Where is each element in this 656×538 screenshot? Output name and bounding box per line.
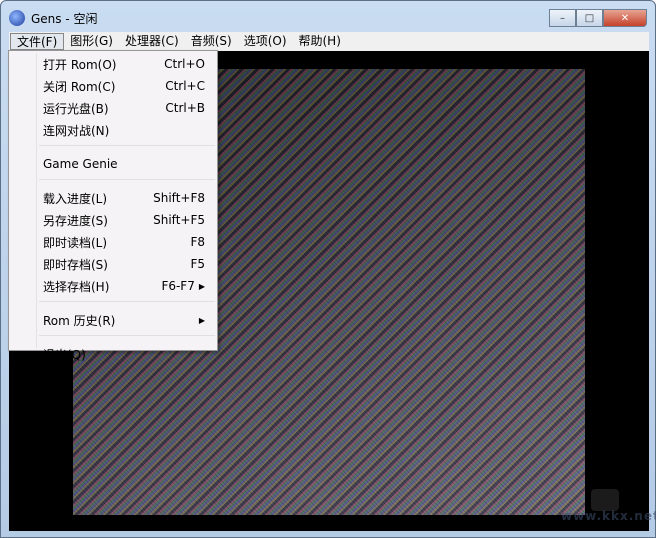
item-label: 选择存档(H): [43, 279, 110, 294]
menu-help[interactable]: 帮助(H): [293, 33, 347, 50]
item-shortcut: F5: [190, 257, 205, 271]
title-bar: Gens - 空闲: [9, 7, 98, 29]
menu-sound[interactable]: 音频(S): [185, 33, 238, 50]
menu-item-load-state[interactable]: 载入进度(L) Shift+F8: [9, 187, 217, 209]
menu-item-save-state-as[interactable]: 另存进度(S) Shift+F5: [9, 209, 217, 231]
menu-item-run-cd[interactable]: 运行光盘(B) Ctrl+B: [9, 97, 217, 119]
menu-options[interactable]: 选项(O): [238, 33, 293, 50]
menu-graphics[interactable]: 图形(G): [64, 33, 119, 50]
menu-cpu[interactable]: 处理器(C): [119, 33, 185, 50]
menu-item-open-rom[interactable]: 打开 Rom(O) Ctrl+O: [9, 53, 217, 75]
separator: [39, 335, 215, 343]
menu-item-close-rom[interactable]: 关闭 Rom(C) Ctrl+C: [9, 75, 217, 97]
item-shortcut: Shift+F5: [153, 213, 205, 227]
file-dropdown-menu: 打开 Rom(O) Ctrl+O 关闭 Rom(C) Ctrl+C 运行光盘(B) C…: [8, 50, 218, 362]
menu-bar: 文件(F) 图形(G) 处理器(C) 音频(S) 选项(O) 帮助(H): [9, 32, 649, 51]
item-label: 另存进度(S): [43, 213, 108, 228]
menu-item-quick-load[interactable]: 即时读档(L) F8: [9, 231, 217, 253]
item-shortcut: Shift+F8: [153, 191, 205, 205]
gens-app-icon: [9, 10, 25, 26]
item-shortcut: Ctrl+O: [164, 57, 205, 71]
item-label: 即时存档(S): [43, 257, 108, 272]
watermark-logo: [591, 489, 619, 511]
item-label: 即时读档(L): [43, 235, 108, 250]
maximize-button[interactable]: □: [576, 9, 603, 27]
minimize-button[interactable]: –: [549, 9, 576, 27]
menu-item-game-genie[interactable]: Game Genie: [9, 153, 217, 175]
menu-item-rom-history[interactable]: Rom 历史(R) ▶: [9, 309, 217, 331]
submenu-arrow-icon: ▶: [198, 315, 205, 325]
item-label: Game Genie: [43, 157, 118, 171]
item-shortcut: Ctrl+B: [165, 101, 205, 115]
menu-item-quick-save[interactable]: 即时存档(S) F5: [9, 253, 217, 275]
watermark: www.kkx.net: [561, 509, 656, 523]
item-shortcut: F8: [190, 235, 205, 249]
item-label: 关闭 Rom(C): [43, 79, 116, 94]
separator: [39, 179, 215, 187]
item-label: 载入进度(L): [43, 191, 108, 206]
menu-item-netplay[interactable]: 连网对战(N): [9, 119, 217, 141]
separator: [39, 145, 215, 153]
separator: [39, 301, 215, 309]
item-label: 连网对战(N): [43, 123, 110, 138]
item-label: Rom 历史(R): [43, 313, 116, 328]
menu-item-exit[interactable]: 退出(Q): [9, 343, 217, 365]
menu-item-select-slot[interactable]: 选择存档(H) F6-F7 ▶: [9, 275, 217, 297]
item-shortcut: Ctrl+C: [165, 79, 205, 93]
item-label: 运行光盘(B): [43, 101, 109, 116]
window-title: Gens - 空闲: [31, 11, 98, 26]
submenu-arrow-icon: ▶: [198, 281, 205, 291]
item-label: 打开 Rom(O): [43, 57, 117, 72]
close-button[interactable]: ✕: [603, 9, 647, 27]
item-label: 退出(Q): [43, 347, 86, 362]
item-shortcut: F6-F7: [161, 279, 195, 293]
menu-file[interactable]: 文件(F): [10, 33, 65, 50]
